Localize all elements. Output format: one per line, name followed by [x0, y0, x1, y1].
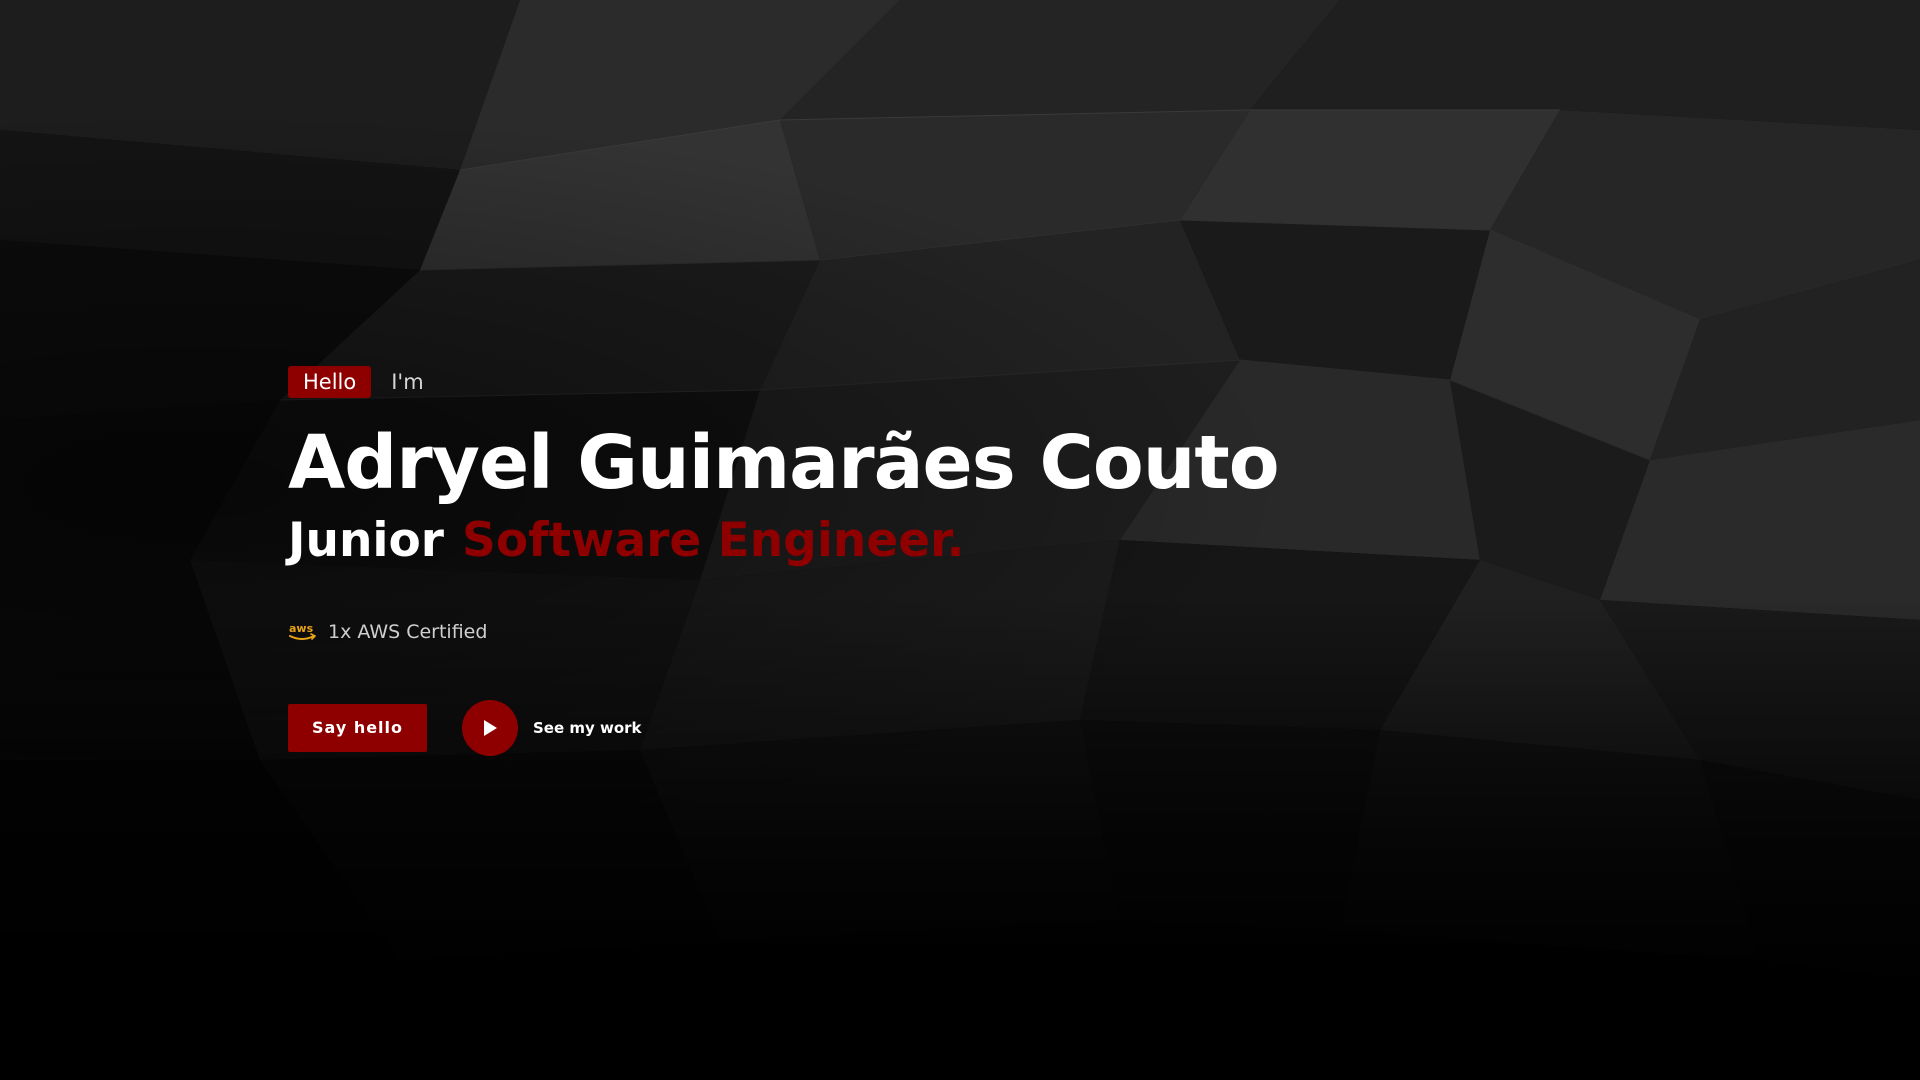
see-my-work-label: See my work	[533, 719, 642, 737]
say-hello-button[interactable]: Say hello	[288, 704, 427, 752]
role-title: Software Engineer.	[462, 513, 965, 568]
hero-name: Adryel Guimarães Couto	[288, 420, 1280, 506]
certification-text: 1x AWS Certified	[328, 621, 488, 643]
aws-logo-icon: aws	[288, 621, 318, 643]
hero-section: Hello I'm Adryel Guimarães Couto Junior S…	[0, 0, 1920, 1080]
play-icon	[484, 720, 497, 736]
see-my-work-link[interactable]: See my work	[462, 700, 642, 756]
role-level: Junior	[288, 513, 444, 568]
hello-badge: Hello	[288, 366, 372, 398]
hero-content: Hello I'm Adryel Guimarães Couto Junior S…	[288, 366, 1488, 756]
greeting-row: Hello I'm	[288, 366, 1488, 398]
play-button[interactable]	[462, 700, 518, 756]
intro-text: I'm	[391, 370, 424, 394]
role-heading: Junior Software Engineer.	[288, 512, 1488, 570]
svg-text:aws: aws	[289, 622, 314, 635]
hero-actions: Say hello See my work	[288, 700, 1488, 756]
certification-row: aws 1x AWS Certified	[288, 618, 1488, 646]
